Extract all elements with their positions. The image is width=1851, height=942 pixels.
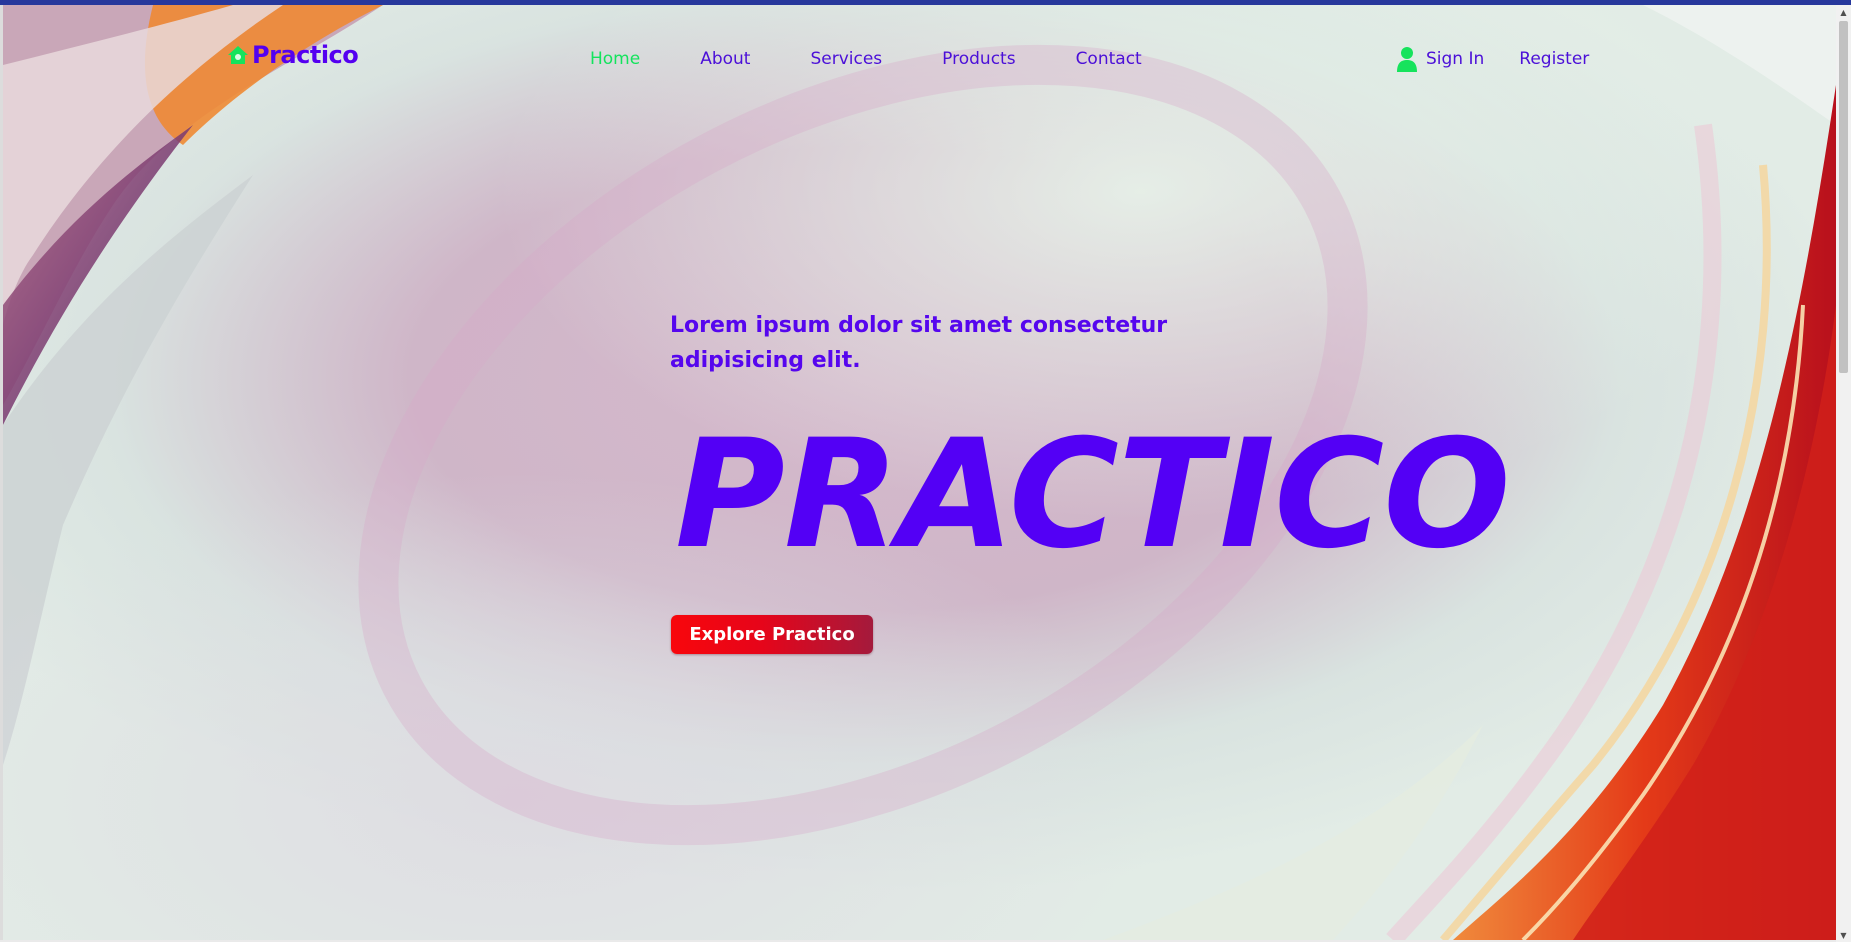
scrollbar-thumb[interactable] [1839, 21, 1848, 373]
explore-button[interactable]: Explore Practico [671, 615, 873, 654]
nav-links: Home About Services Products Contact [590, 49, 1202, 69]
top-navbar: Practico Home About Services Products Co… [3, 5, 1836, 105]
scroll-up-arrow-icon[interactable]: ▲ [1836, 5, 1851, 19]
hero-title: PRACTICO [675, 408, 1511, 582]
vertical-scrollbar[interactable]: ▲ ▼ [1836, 5, 1851, 942]
sign-in-link[interactable]: Sign In [1426, 49, 1484, 69]
page-left-border [0, 5, 3, 942]
scroll-down-arrow-icon[interactable]: ▼ [1836, 928, 1851, 942]
nav-link-about[interactable]: About [700, 49, 750, 69]
hero-tagline: Lorem ipsum dolor sit amet consectetur a… [670, 308, 1190, 378]
hero-section: Practico Home About Services Products Co… [3, 5, 1836, 940]
nav-link-products[interactable]: Products [942, 49, 1015, 69]
hero-tagline-line2: adipisicing elit. [670, 348, 861, 373]
nav-link-home[interactable]: Home [590, 49, 640, 69]
register-link[interactable]: Register [1519, 49, 1589, 69]
auth-links: Sign In Register [1397, 46, 1589, 72]
home-icon [228, 46, 248, 64]
browser-top-strip [0, 0, 1851, 5]
brand-logo-link[interactable]: Practico [227, 41, 359, 69]
hero-tagline-line1: Lorem ipsum dolor sit amet consectetur [670, 313, 1168, 338]
brand-name: Practico [252, 41, 359, 69]
nav-link-services[interactable]: Services [810, 49, 882, 69]
user-icon [1397, 47, 1417, 72]
browser-viewport: Practico Home About Services Products Co… [0, 0, 1851, 942]
nav-link-contact[interactable]: Contact [1076, 49, 1142, 69]
